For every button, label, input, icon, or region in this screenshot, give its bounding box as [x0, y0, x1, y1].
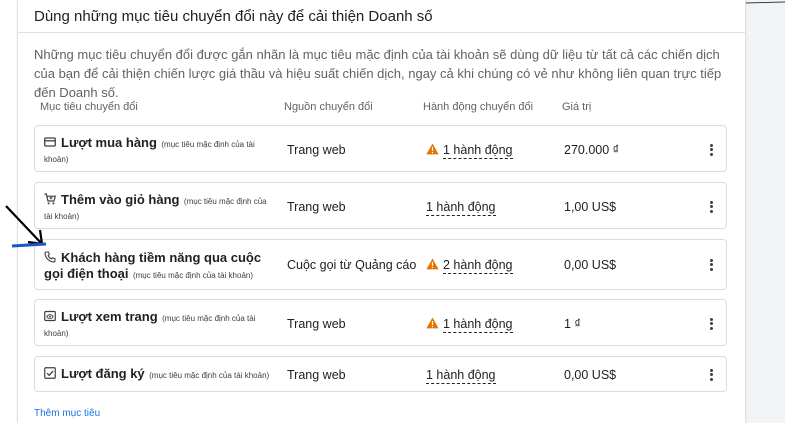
- goal-name: Lượt xem trang: [61, 309, 158, 324]
- backdrop-right: [745, 0, 785, 423]
- action-link[interactable]: 1 hành động: [443, 143, 513, 159]
- goal-cell: Thêm vào giỏ hàng (mục tiêu mặc định của…: [44, 193, 276, 223]
- table-row[interactable]: Lượt xem trang (mục tiêu mặc định của tà…: [34, 299, 727, 346]
- column-header-action: Hành động chuyển đổi: [423, 101, 534, 113]
- source-cell: Trang web: [287, 143, 346, 157]
- panel-description: Những mục tiêu chuyển đổi được gắn nhãn …: [34, 47, 722, 100]
- more-options-icon[interactable]: [704, 199, 718, 215]
- action-link[interactable]: 1 hành động: [426, 368, 496, 384]
- value-cell: 1 ₫: [564, 317, 581, 331]
- checkbox-icon: [44, 367, 56, 379]
- goal-cell: Lượt mua hàng (mục tiêu mặc định của tài…: [44, 136, 276, 166]
- goal-cell: Khách hàng tiềm năng qua cuộc gọi điện t…: [44, 250, 276, 284]
- action-cell[interactable]: 1 hành động: [426, 143, 513, 159]
- table-row[interactable]: Thêm vào giỏ hàng (mục tiêu mặc định của…: [34, 182, 727, 229]
- panel-header: Dùng những mục tiêu chuyển đổi này để cả…: [18, 0, 745, 33]
- goal-note: (mục tiêu mặc định của tài khoản): [149, 371, 270, 380]
- annotation-arrow: [5, 205, 47, 248]
- action-cell[interactable]: 1 hành động: [426, 200, 496, 216]
- source-cell: Trang web: [287, 317, 346, 331]
- table-row[interactable]: Lượt mua hàng (mục tiêu mặc định của tài…: [34, 125, 727, 172]
- source-cell: Trang web: [287, 200, 346, 214]
- column-header-goal: Mục tiêu chuyển đổi: [40, 101, 138, 113]
- value-cell: 0,00 US$: [564, 258, 617, 272]
- more-options-icon[interactable]: [704, 367, 718, 383]
- goal-name: Thêm vào giỏ hàng: [61, 192, 180, 207]
- goal-cell: Lượt đăng ký (mục tiêu mặc định của tài …: [44, 367, 289, 382]
- action-link[interactable]: 1 hành động: [443, 317, 513, 333]
- value-cell: 0,00 US$: [564, 368, 617, 382]
- action-cell[interactable]: 1 hành động: [426, 317, 513, 333]
- panel-title: Dùng những mục tiêu chuyển đổi này để cả…: [34, 8, 433, 25]
- action-link[interactable]: 1 hành động: [426, 200, 496, 216]
- page-view-icon: [44, 310, 56, 322]
- goal-name: Lượt đăng ký: [61, 366, 145, 381]
- warning-icon: [426, 258, 439, 270]
- conversion-goals-panel: Dùng những mục tiêu chuyển đổi này để cả…: [18, 0, 745, 423]
- column-header-source: Nguồn chuyển đổi: [284, 101, 373, 113]
- more-options-icon[interactable]: [704, 142, 718, 158]
- goal-note: (mục tiêu mặc định của tài khoản): [132, 271, 254, 280]
- source-cell: Trang web: [287, 368, 346, 382]
- table-row[interactable]: Lượt đăng ký (mục tiêu mặc định của tài …: [34, 356, 727, 392]
- warning-icon: [426, 317, 439, 329]
- table-row[interactable]: Khách hàng tiềm năng qua cuộc gọi điện t…: [34, 239, 727, 290]
- column-header-value: Giá trị: [562, 101, 592, 113]
- action-link[interactable]: 2 hành động: [443, 258, 513, 274]
- warning-icon: [426, 143, 439, 155]
- action-cell[interactable]: 2 hành động: [426, 258, 513, 274]
- goal-name: Lượt mua hàng: [61, 135, 157, 150]
- value-cell: 1,00 US$: [564, 200, 617, 214]
- more-options-icon[interactable]: [704, 257, 718, 273]
- value-cell: 270.000 ₫: [564, 143, 620, 157]
- scrollbar-track: [745, 1, 785, 4]
- add-goal-link[interactable]: Thêm mục tiêu: [34, 408, 100, 419]
- credit-card-icon: [44, 137, 56, 147]
- more-options-icon[interactable]: [704, 316, 718, 332]
- source-cell: Cuộc gọi từ Quảng cáo: [287, 258, 417, 272]
- goal-cell: Lượt xem trang (mục tiêu mặc định của tà…: [44, 310, 276, 340]
- action-cell[interactable]: 1 hành động: [426, 368, 496, 384]
